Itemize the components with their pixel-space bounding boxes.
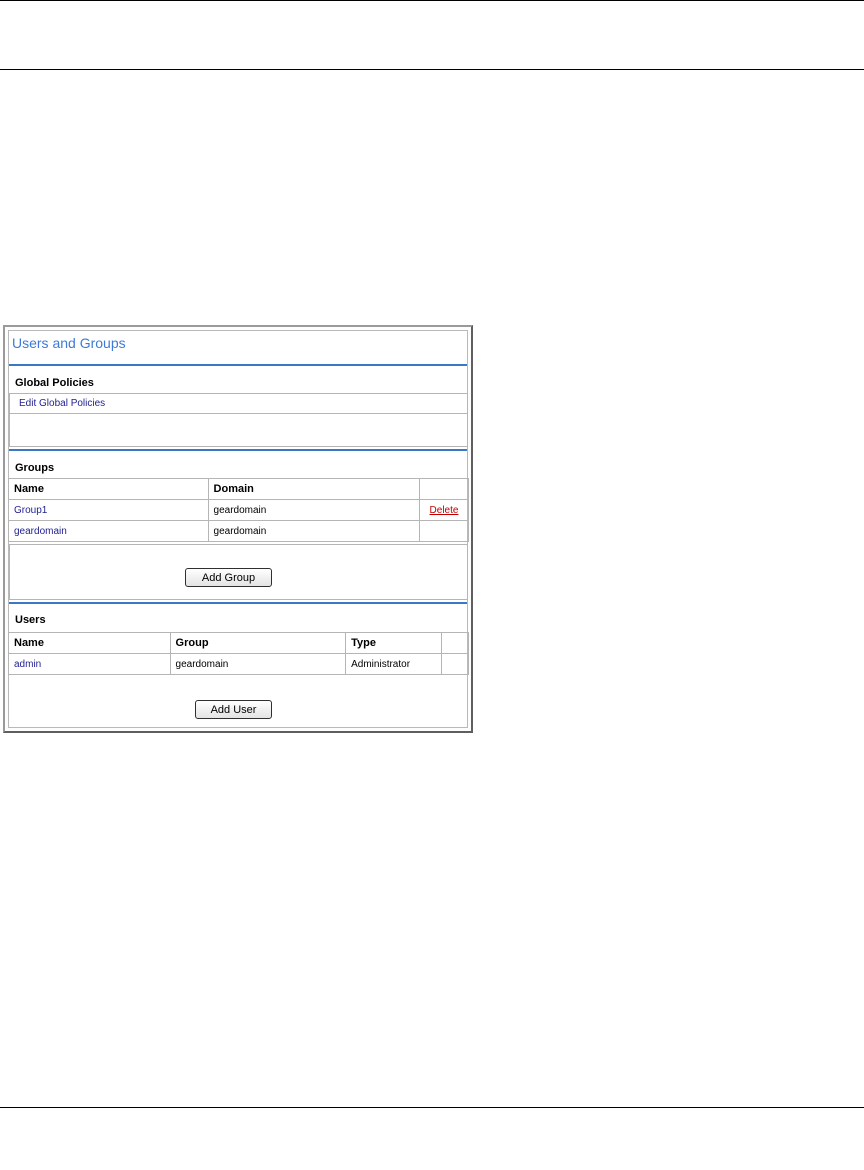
add-user-button[interactable]: Add User [195,700,272,719]
table-row: admin geardomain Administrator [8,653,469,675]
groups-header-row: Name Domain [8,478,469,500]
column-header-name: Name [8,632,171,654]
column-header-type: Type [345,632,443,654]
header-rule [0,69,864,70]
column-header-domain: Domain [207,478,421,500]
add-group-button[interactable]: Add Group [185,568,272,587]
panel-content: Users and Groups Global Policies Edit Gl… [8,330,469,728]
footer-rule [0,1107,864,1108]
column-header-name: Name [8,478,209,500]
delete-group-link[interactable]: Delete [430,505,459,516]
table-row: geardomain geardomain [8,520,469,542]
user-extra-cell [441,653,469,675]
section-divider [9,364,467,366]
column-header-extra [441,632,469,654]
group-name-link[interactable]: geardomain [14,526,67,537]
table-row: Group1 geardomain Delete [8,499,469,521]
users-header-row: Name Group Type [8,632,469,654]
column-header-action [419,478,469,500]
page-title: Users and Groups [12,335,126,351]
user-group-cell: geardomain [169,653,347,675]
edit-global-policies-link[interactable]: Edit Global Policies [19,398,105,409]
groups-table: Name Domain Group1 geardomain Delete gea… [8,478,469,542]
groups-actions-area: Add Group [9,544,468,600]
group-domain-cell: geardomain [207,520,421,542]
group-name-link[interactable]: Group1 [14,505,47,516]
groups-heading: Groups [15,462,55,474]
global-policies-heading: Global Policies [15,377,94,389]
group-action-cell [419,520,469,542]
group-domain-cell: geardomain [207,499,421,521]
user-name-link[interactable]: admin [14,659,41,670]
user-type-cell: Administrator [345,653,443,675]
global-policies-spacer [9,413,468,447]
users-table: Name Group Type admin geardomain Adminis… [8,632,469,675]
users-heading: Users [15,614,46,626]
section-divider [9,449,467,451]
global-policies-box: Edit Global Policies [9,393,468,414]
users-and-groups-panel: Users and Groups Global Policies Edit Gl… [3,325,473,733]
section-divider [9,602,467,604]
column-header-group: Group [169,632,347,654]
page-top-rule [0,0,864,1]
